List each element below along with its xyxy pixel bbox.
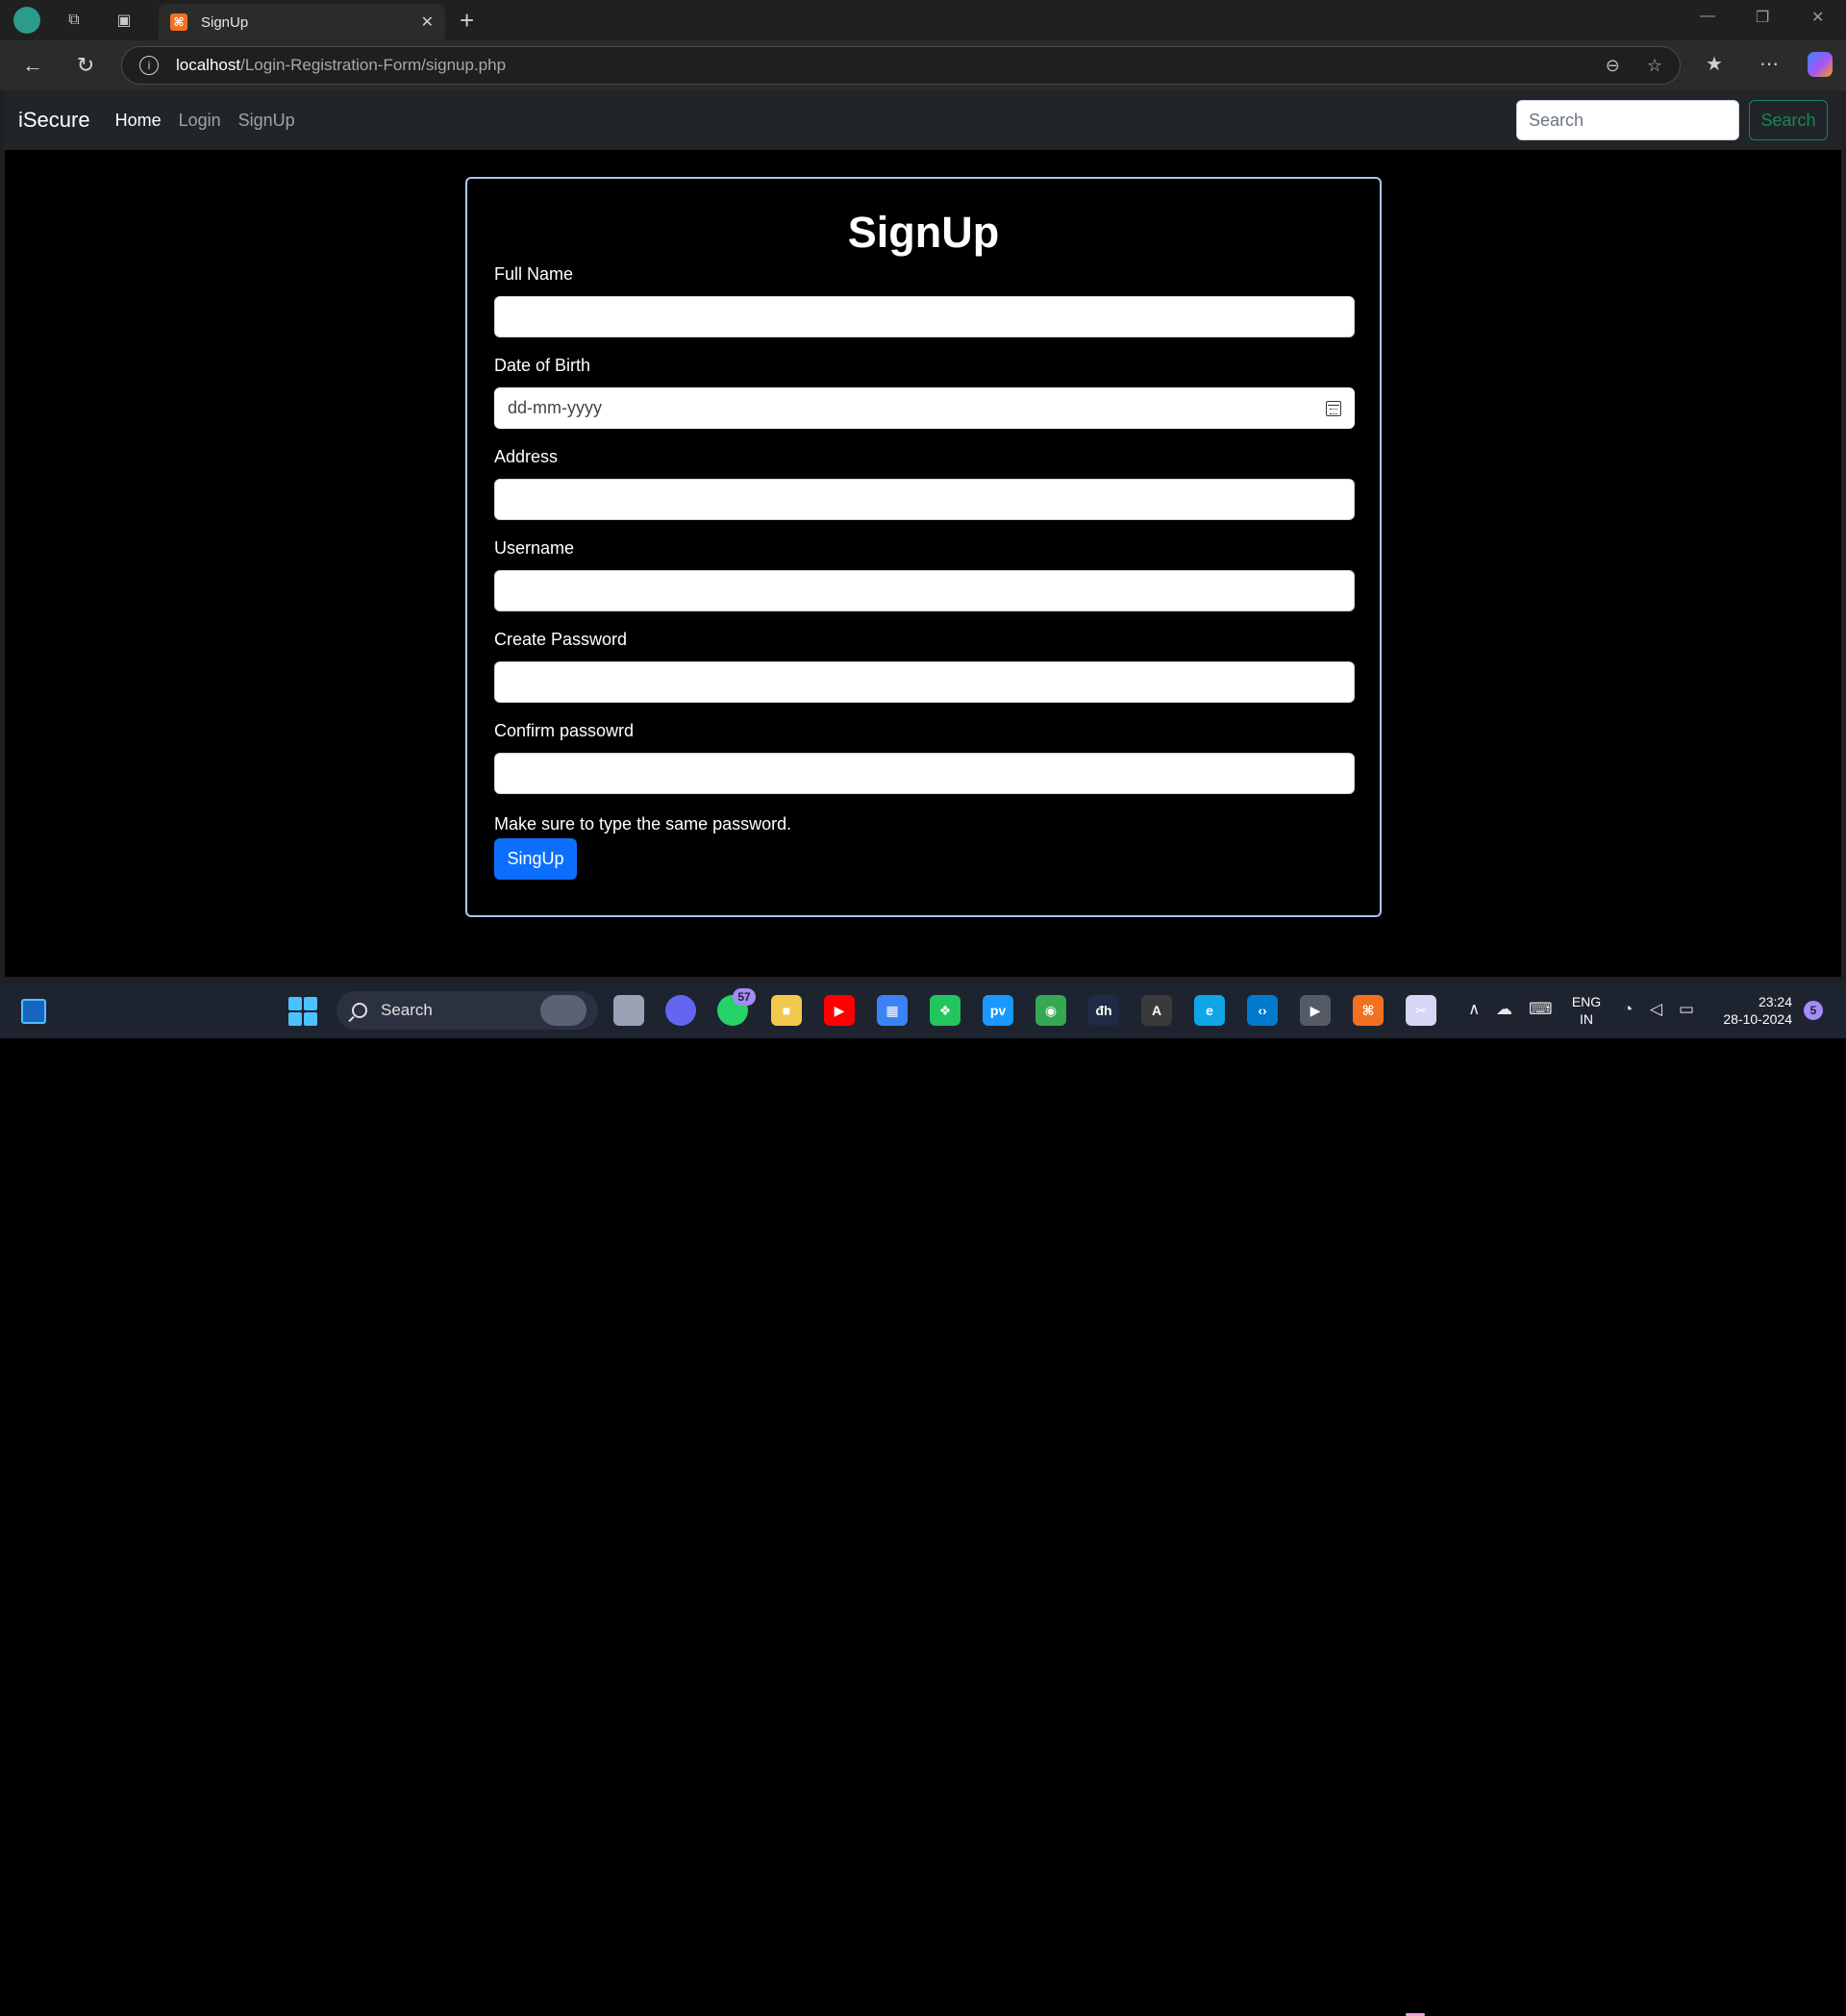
clock-date: 28-10-2024 bbox=[1723, 1011, 1792, 1027]
create-password-label: Create Password bbox=[494, 630, 628, 649]
site-navbar: iSecure Home Login SignUp Search bbox=[5, 90, 1841, 150]
create-password-input[interactable] bbox=[494, 661, 1355, 703]
copilot-icon[interactable] bbox=[1808, 52, 1833, 77]
font-app-icon[interactable]: A bbox=[1141, 995, 1172, 1026]
battery-icon[interactable]: ▭ bbox=[1679, 1000, 1694, 1019]
search-input[interactable] bbox=[1516, 100, 1739, 140]
url-host: localhost bbox=[176, 56, 241, 74]
username-label: Username bbox=[494, 538, 575, 558]
search-button[interactable]: Search bbox=[1749, 100, 1828, 140]
zoom-out-icon[interactable]: ⊖ bbox=[1606, 56, 1620, 76]
profile-avatar-icon[interactable] bbox=[13, 7, 40, 34]
confirm-password-input[interactable] bbox=[494, 753, 1355, 794]
signup-submit-button[interactable]: SingUp bbox=[494, 838, 577, 880]
password-help-text: Make sure to type the same password. bbox=[494, 814, 792, 834]
app-green-icon[interactable]: ❖ bbox=[930, 995, 960, 1026]
navbar-brand[interactable]: iSecure bbox=[18, 108, 90, 133]
tab-close-icon[interactable]: ✕ bbox=[421, 12, 434, 32]
whatsapp-badge: 57 bbox=[733, 988, 756, 1006]
store-icon[interactable]: ▦ bbox=[877, 995, 908, 1026]
prime-video-icon[interactable]: pv bbox=[983, 995, 1013, 1026]
start-menu-icon[interactable] bbox=[288, 997, 317, 1026]
omnibox-actions: ⊖ ☆ bbox=[1606, 56, 1662, 76]
workspaces-icon[interactable]: ⧉ bbox=[62, 8, 87, 33]
new-tab-button[interactable]: + bbox=[460, 6, 474, 35]
address-input[interactable] bbox=[494, 479, 1355, 520]
search-icon bbox=[352, 1003, 367, 1018]
tray-chevron-icon[interactable]: ∧ bbox=[1468, 1000, 1480, 1019]
url-path: /Login-Registration-Form/signup.php bbox=[240, 56, 507, 74]
taskbar-search-label: Search bbox=[381, 1001, 433, 1019]
calendar-icon[interactable] bbox=[1326, 400, 1341, 416]
nav-link-home[interactable]: Home bbox=[115, 111, 162, 131]
window-close-icon[interactable]: ✕ bbox=[1811, 8, 1824, 27]
teams-chat-icon[interactable] bbox=[665, 995, 696, 1026]
nav-link-login[interactable]: Login bbox=[179, 111, 221, 131]
onedrive-error-icon[interactable]: ☁ bbox=[1496, 1000, 1512, 1019]
dob-label: Date of Birth bbox=[494, 356, 591, 375]
window-minimize-icon[interactable]: — bbox=[1700, 8, 1715, 25]
favorite-star-icon[interactable]: ☆ bbox=[1647, 56, 1662, 76]
form-title: SignUp bbox=[847, 208, 1000, 257]
language-bottom: IN bbox=[1580, 1011, 1593, 1027]
more-options-icon[interactable]: ⋯ bbox=[1759, 52, 1779, 76]
window-restore-icon[interactable]: ❐ bbox=[1756, 8, 1769, 27]
full-name-input[interactable] bbox=[494, 296, 1355, 337]
file-explorer-icon[interactable]: ■ bbox=[771, 995, 802, 1026]
clock-time: 23:24 bbox=[1758, 994, 1792, 1009]
browser-window: ⧉ ▣ ⌘ SignUp ✕ + — ❐ ✕ ← ↻ i localhost /… bbox=[0, 0, 1846, 2016]
tab-signup[interactable]: ⌘ SignUp ✕ bbox=[159, 4, 445, 40]
back-arrow-icon[interactable]: ← bbox=[17, 50, 48, 81]
xampp-favicon-icon: ⌘ bbox=[170, 13, 187, 31]
edge-icon[interactable]: e bbox=[1194, 995, 1225, 1026]
youtube-icon[interactable]: ▶ bbox=[824, 995, 855, 1026]
media-player-icon[interactable]: ▶ bbox=[1300, 995, 1331, 1026]
full-name-label: Full Name bbox=[494, 264, 574, 284]
nav-link-signup[interactable]: SignUp bbox=[238, 111, 295, 131]
chrome-icon[interactable]: ◉ bbox=[1035, 995, 1066, 1026]
site-info-icon[interactable]: i bbox=[139, 56, 159, 75]
tab-title: SignUp bbox=[201, 13, 249, 31]
clock[interactable]: 23:24 28-10-2024 bbox=[1711, 993, 1792, 1028]
wifi-icon[interactable]: ◔ bbox=[1623, 1000, 1633, 1019]
dob-placeholder: dd-mm-yyyy bbox=[508, 398, 602, 417]
signup-form-card: SignUp Full Name Date of Birth dd-mm-yyy… bbox=[465, 177, 1382, 917]
snipping-tool-icon[interactable]: ✂ bbox=[1406, 995, 1436, 1026]
username-input[interactable] bbox=[494, 570, 1355, 611]
dob-input[interactable]: dd-mm-yyyy bbox=[494, 387, 1355, 429]
vertical-tabs-icon[interactable]: ▣ bbox=[112, 8, 137, 33]
address-label: Address bbox=[494, 447, 559, 466]
keyboard-icon[interactable]: ⌨ bbox=[1529, 1000, 1553, 1019]
volume-icon[interactable]: ◁ bbox=[1650, 1000, 1662, 1019]
language-top: ENG bbox=[1571, 994, 1602, 1009]
language-indicator[interactable]: ENG IN bbox=[1567, 993, 1606, 1028]
vscode-icon[interactable]: ‹› bbox=[1247, 995, 1278, 1026]
browser-toolbar: ← ↻ i localhost /Login-Registration-Form… bbox=[0, 40, 1846, 90]
navbar-search: Search bbox=[1516, 100, 1828, 140]
notification-count-badge[interactable]: 5 bbox=[1804, 1001, 1823, 1020]
reload-icon[interactable]: ↻ bbox=[70, 50, 101, 81]
task-view-icon[interactable] bbox=[613, 995, 644, 1026]
favorites-icon[interactable]: ★ bbox=[1706, 52, 1723, 76]
widgets-icon[interactable] bbox=[21, 999, 46, 1024]
search-highlight-icon[interactable] bbox=[540, 995, 586, 1026]
page-viewport: iSecure Home Login SignUp Search SignUp … bbox=[5, 90, 1841, 977]
confirm-password-label: Confirm passowrd bbox=[494, 721, 635, 740]
xampp-icon[interactable]: ⌘ bbox=[1353, 995, 1384, 1026]
address-bar[interactable]: i localhost /Login-Registration-Form/sig… bbox=[121, 46, 1681, 85]
tab-strip: ⧉ ▣ ⌘ SignUp ✕ + — ❐ ✕ bbox=[0, 0, 1846, 40]
devhub-icon[interactable]: đh bbox=[1088, 995, 1119, 1026]
